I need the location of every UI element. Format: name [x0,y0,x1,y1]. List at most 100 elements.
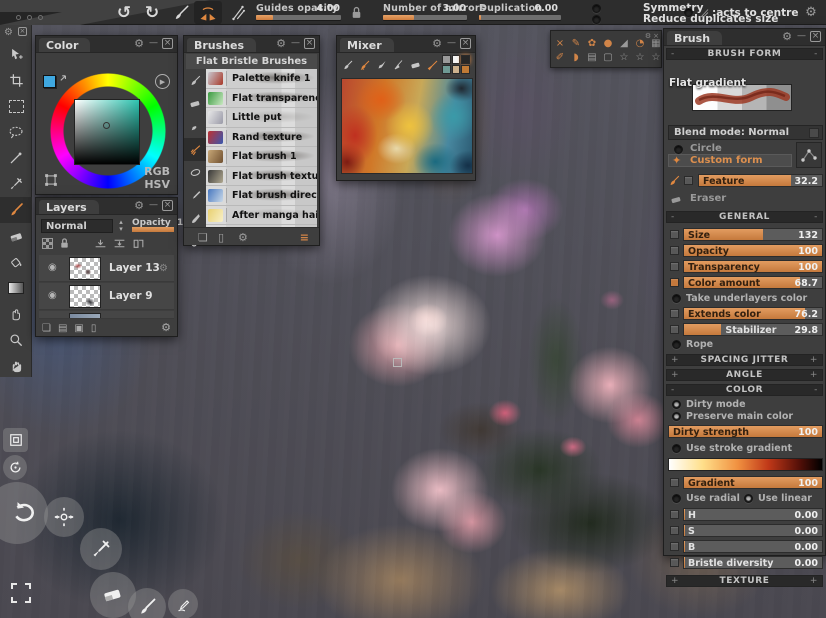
acts-to-centre-label[interactable]: :acts to centre [712,7,798,19]
use-linear-radio[interactable] [744,494,753,503]
mixer-flat-brush-icon[interactable] [375,58,388,73]
export-layer-icon[interactable]: ▣ [74,323,83,334]
duplication-slider[interactable] [479,15,561,20]
quick-cross-icon[interactable]: × [554,38,566,50]
gradient-slider[interactable]: Gradient100 [683,476,823,489]
pan-tool[interactable] [0,353,32,379]
brush-list-item[interactable]: Flat brush directi [206,186,317,206]
eraser-mode-icon[interactable] [670,194,683,205]
layer-row[interactable]: ◉ Layer 13 ⚙ [39,255,174,282]
mixer-palette[interactable] [442,55,470,74]
toolbar-gear-icon[interactable]: ⚙ [802,0,820,25]
quick-clock-icon[interactable]: ◔ [634,38,646,50]
take-underlayers-radio[interactable] [672,294,681,303]
section-color[interactable]: -COLOR- [666,384,823,396]
layer-gear-icon[interactable]: ⚙ [159,263,168,274]
section-angle[interactable]: +ANGLE+ [666,369,823,381]
reduce-duplicates-radio[interactable] [592,15,601,24]
close-icon[interactable]: × [460,38,471,49]
slider-toggle[interactable] [670,325,679,334]
slider-toggle[interactable] [684,176,693,185]
gear-icon[interactable]: ⚙ [432,38,442,49]
brush-category-bristle-selected[interactable] [184,138,206,161]
rope-radio[interactable] [672,340,681,349]
dirty-strength-slider[interactable]: Dirty strength100 [668,425,823,438]
section-texture[interactable]: +TEXTURE+ [666,575,823,587]
clip-layer-icon[interactable] [94,238,107,249]
opacity-slider[interactable]: Opacity100 [683,244,823,257]
use-linear-label[interactable]: Use linear [758,493,812,504]
quick-image-icon[interactable]: ▦ [650,38,662,50]
brush-nav-button[interactable] [128,588,166,618]
layer-thumbnail[interactable] [69,257,101,280]
circle-form-label[interactable]: Circle [690,143,722,154]
eyedropper-tool[interactable] [0,171,32,197]
layers-panel-titlebar[interactable]: Layers ⚙ — × [36,198,177,215]
sidebar-close-icon[interactable]: × [18,27,27,36]
slider-toggle[interactable] [670,309,679,318]
slider-toggle[interactable] [670,542,679,551]
brightness-slider[interactable]: B0.00 [683,540,823,553]
close-icon[interactable]: × [810,31,821,42]
quick-star-icon[interactable]: ☆ [634,52,646,64]
blend-mode-select[interactable]: Normal [41,219,113,233]
brush-category-flat[interactable] [184,115,206,138]
quick-blob-icon[interactable]: ◗ [570,52,582,64]
layers-settings-gear-icon[interactable]: ⚙ [161,321,171,334]
lock-layer-icon[interactable] [59,237,70,250]
use-stroke-gradient-radio[interactable] [672,444,681,453]
slider-toggle[interactable] [670,230,679,239]
slider-toggle[interactable] [670,478,679,487]
brush-settings-gear-icon[interactable]: ⚙ [238,231,248,244]
quick-pencil-icon[interactable]: ✎ [570,38,582,50]
minimize-icon[interactable]: — [291,39,299,48]
mixer-dirty-brush-icon[interactable] [358,58,371,73]
color-frame-icon[interactable] [44,173,58,187]
dirty-mode-radio[interactable] [672,400,681,409]
preserve-main-color-radio[interactable] [672,412,681,421]
mixer-eyedropper-icon[interactable] [426,58,439,73]
rgb-mode-label[interactable]: RGB [144,165,170,178]
brush-tool[interactable] [0,197,32,223]
quick-triangle-icon[interactable]: ◢ [618,38,630,50]
sidebar-gear-icon[interactable]: ⚙ [4,27,13,41]
color-panel-titlebar[interactable]: Color ⚙ — × [36,36,177,53]
brush-panel-titlebar[interactable]: Brush ⚙ — × [664,29,825,46]
eraser-tool[interactable] [0,223,32,249]
window-controls[interactable] [16,15,43,20]
current-color-swatch[interactable] [43,75,56,88]
mixer-panel-titlebar[interactable]: Mixer ⚙ — × [337,36,475,53]
minimize-icon[interactable]: — [797,32,805,41]
redo-button[interactable]: ↻ [140,0,164,25]
brush-group-title[interactable]: Flat Bristle Brushes [186,54,317,69]
delete-brush-icon[interactable]: ▯ [218,231,224,244]
section-brush-form[interactable]: -BRUSH FORM- [666,48,823,60]
opacity-slider[interactable] [132,227,174,232]
close-icon[interactable]: × [304,38,315,49]
stroke-gradient-preview[interactable] [668,458,823,471]
gear-icon[interactable]: ⚙ [276,38,286,49]
swap-colors-icon[interactable] [59,74,70,85]
minimize-icon[interactable]: — [447,39,455,48]
color-play-button[interactable]: ▶ [155,74,170,89]
mixer-knife-icon[interactable] [392,58,405,73]
mirrors-slider[interactable] [383,15,467,20]
lock-icon[interactable] [348,0,364,25]
color-amount-slider[interactable]: Color amount68.7 [683,276,823,289]
minimize-icon[interactable]: — [149,39,157,48]
mixer-canvas[interactable] [341,78,473,174]
quick-star-icon[interactable]: ☆ [650,52,662,64]
brush-mode-icon[interactable] [170,0,192,25]
angle-symmetry-icon[interactable] [226,0,250,25]
duplicate-brush-icon[interactable]: ❏ [198,231,208,244]
layer-name[interactable]: Layer 9 [109,290,153,302]
marquee-select-tool[interactable] [0,93,32,119]
quick-box-icon[interactable]: ▢ [602,52,614,64]
transparency-slider[interactable]: Transparency100 [683,260,823,273]
zoom-tool[interactable] [0,327,32,353]
mixer-brush-icon[interactable] [341,58,354,73]
fill-tool[interactable] [0,249,32,275]
minimize-icon[interactable]: — [149,201,157,210]
reset-rotation-button[interactable] [3,455,27,480]
feature-slider[interactable]: Feature 32.2 [698,174,823,187]
